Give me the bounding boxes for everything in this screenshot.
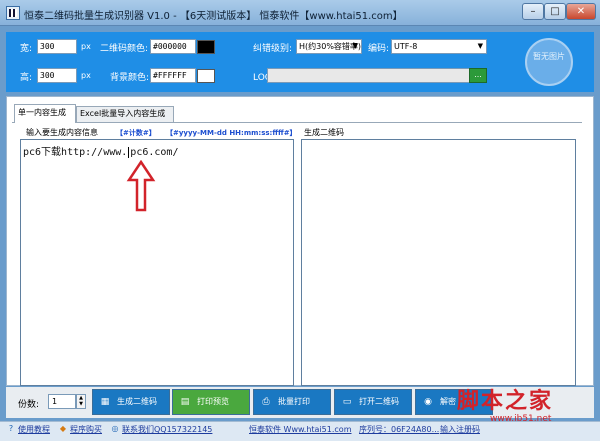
- batch-print-label: 批量打印: [278, 397, 310, 406]
- contact-link[interactable]: 联系我们QQ157322145: [122, 424, 212, 435]
- print-preview-label: 打印预览: [197, 397, 229, 406]
- purchase-link[interactable]: 程序购买: [70, 424, 102, 435]
- minimize-button[interactable]: –: [522, 3, 544, 20]
- height-input[interactable]: 300: [37, 68, 77, 83]
- width-label: 宽:: [20, 44, 33, 54]
- decode-icon: ◉: [424, 397, 432, 407]
- generate-qr-label: 生成二维码: [117, 397, 157, 406]
- tutorial-link[interactable]: 使用教程: [18, 424, 50, 435]
- decode-label: 解密: [440, 397, 456, 406]
- open-qr-button[interactable]: ▭ 打开二维码: [334, 389, 412, 415]
- encoding-select-value: UTF-8: [394, 42, 418, 51]
- printer-icon: ⎙: [262, 397, 270, 407]
- title-bar: 恒泰二维码批量生成识别器 V1.0 - 【6天测试版本】 恒泰软件【www.ht…: [0, 0, 600, 26]
- datetime-link[interactable]: 【#yyyy-MM-dd HH:mm:ss:ffff#】: [166, 128, 297, 138]
- tab-single-content[interactable]: 单一内容生成: [14, 104, 76, 123]
- cart-icon: ◆: [59, 424, 67, 433]
- help-icon: ?: [8, 424, 14, 433]
- close-button[interactable]: ✕: [566, 3, 596, 20]
- width-unit: px: [81, 42, 91, 51]
- qr-output-box: [301, 139, 576, 386]
- copies-stepper[interactable]: ▲ ▼: [76, 394, 86, 409]
- maximize-button[interactable]: □: [544, 3, 566, 20]
- logo-browse-button[interactable]: ...: [469, 68, 487, 83]
- ecc-label: 纠错级别:: [253, 44, 293, 54]
- qr-color-swatch[interactable]: [197, 40, 215, 54]
- height-unit: px: [81, 71, 91, 80]
- bg-color-swatch[interactable]: [197, 69, 215, 83]
- red-arrow-annotation: [126, 160, 156, 212]
- tab-excel-batch[interactable]: Excel批量导入内容生成: [76, 106, 174, 122]
- website-link[interactable]: 恒泰软件 Www.htai51.com: [249, 424, 352, 435]
- settings-panel: 宽: 300 px 高: 300 px 二维码颜色: #000000 背景颜色:…: [6, 32, 594, 92]
- contact-icon: ◎: [111, 424, 119, 433]
- logo-path-input[interactable]: [267, 68, 471, 83]
- copies-label: 份数:: [18, 400, 40, 410]
- qr-icon: ▦: [100, 397, 110, 407]
- serial-number: 序列号：06F24A80...: [359, 425, 440, 434]
- folder-icon: ▭: [342, 397, 352, 407]
- generate-qr-button[interactable]: ▦ 生成二维码: [92, 389, 170, 415]
- chevron-down-icon: ▼: [477, 42, 483, 50]
- chevron-down-icon: ▼: [352, 42, 358, 50]
- content-textarea[interactable]: pc6下载http://www. pc6.com/: [20, 139, 294, 386]
- content-text-after: pc6.com/: [130, 147, 179, 158]
- content-text-before: pc6下载http://www.: [23, 147, 128, 158]
- ecc-select[interactable]: H(约30%容错率) ▼: [296, 39, 362, 54]
- counter-link[interactable]: 【#计数#】: [116, 128, 156, 138]
- app-qr-icon: [6, 6, 20, 20]
- bg-color-label: 背景颜色:: [110, 73, 150, 83]
- window-title: 恒泰二维码批量生成识别器 V1.0 - 【6天测试版本】 恒泰软件【www.ht…: [24, 11, 403, 22]
- output-group-title: 生成二维码: [304, 128, 344, 137]
- tab-divider: [12, 122, 582, 123]
- qr-color-input[interactable]: #000000: [150, 39, 196, 54]
- print-preview-icon: ▤: [180, 397, 190, 407]
- preview-placeholder-text: 暂无图片: [533, 52, 565, 61]
- input-group-title: 输入要生成内容信息: [26, 128, 98, 137]
- width-input[interactable]: 300: [37, 39, 77, 54]
- encoding-label: 编码:: [368, 44, 390, 54]
- copies-input[interactable]: 1: [48, 394, 76, 409]
- qr-preview-thumbnail: 暂无图片: [525, 38, 573, 86]
- print-preview-button[interactable]: ▤ 打印预览: [172, 389, 250, 415]
- encoding-select[interactable]: UTF-8 ▼: [391, 39, 487, 54]
- batch-print-button[interactable]: ⎙ 批量打印: [253, 389, 331, 415]
- qr-color-label: 二维码颜色:: [100, 44, 149, 54]
- bg-color-input[interactable]: #FFFFFF: [150, 68, 196, 83]
- watermark-text: 脚本之家: [457, 388, 554, 414]
- height-label: 高:: [20, 73, 33, 83]
- register-link[interactable]: 输入注册码: [440, 424, 480, 435]
- open-qr-label: 打开二维码: [359, 397, 399, 406]
